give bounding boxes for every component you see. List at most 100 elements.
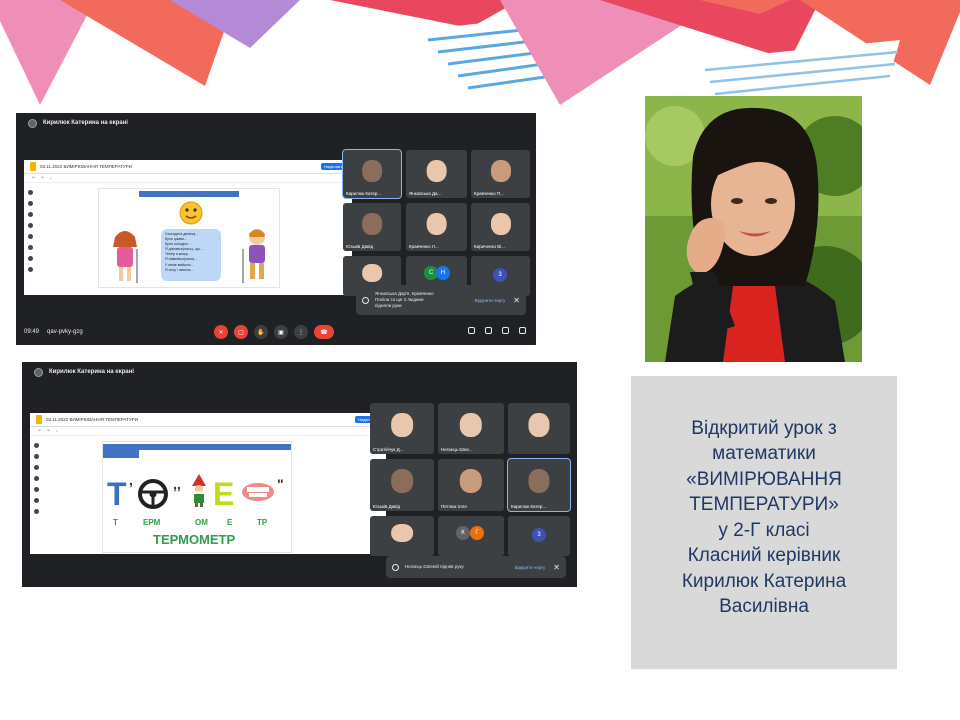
canvas-banner-block: [103, 444, 139, 458]
chat-icon[interactable]: [502, 327, 509, 334]
presenter-avatar: [28, 118, 37, 128]
participant-name: Стратійчук Д...: [373, 447, 404, 452]
shared-whiteboard: 03.11.2022 ВИМІРЮВАННЯ ТЕМПЕРАТУРИ Надіс…: [30, 413, 386, 554]
shape-tool-icon[interactable]: [27, 245, 33, 250]
doc-menu: ↶ ↷ ⌕: [24, 174, 352, 183]
participant-video: [490, 159, 511, 182]
participant-name: Кирилюк Катер...: [346, 191, 382, 196]
participant-tile[interactable]: Кравченко Л...: [406, 203, 467, 251]
tool-rail: [24, 184, 36, 295]
redo-icon[interactable]: ↷: [47, 429, 50, 433]
more-participants-count: 3: [493, 268, 507, 282]
participant-tile[interactable]: Кирилюк Катер...: [342, 149, 402, 199]
present-icon[interactable]: ▣: [274, 325, 288, 339]
people-icon[interactable]: [485, 327, 492, 334]
open-queue-link[interactable]: Відкрити чергу: [515, 565, 546, 570]
info-icon[interactable]: [468, 327, 475, 334]
participant-video: [426, 159, 447, 182]
eraser-tool-icon[interactable]: [33, 454, 39, 459]
toast-message: Негаєць Євгеній підняв руку: [405, 564, 464, 569]
teacher-photo: [645, 96, 862, 362]
camera-off-icon[interactable]: ▢: [234, 325, 248, 339]
laser-tool-icon[interactable]: [27, 267, 33, 272]
participant-tile[interactable]: Юзьків Давід: [343, 203, 401, 251]
close-icon[interactable]: ✕: [553, 563, 560, 572]
activities-icon[interactable]: [519, 327, 526, 334]
steering-wheel-icon: [138, 479, 168, 509]
open-queue-link[interactable]: Відкрити чергу: [475, 298, 506, 303]
pen-tool-icon[interactable]: [27, 190, 33, 195]
participant-tile[interactable]: Петлюк Ілля: [438, 459, 504, 511]
raised-hands-toast: Янковська Дар'я, Кравченко Поліна та ще …: [356, 285, 526, 315]
rebus-letter-e: Е: [213, 476, 235, 512]
jamboard-logo-icon: [36, 415, 42, 424]
image-tool-icon[interactable]: [33, 487, 39, 492]
undo-icon[interactable]: ↶: [38, 429, 41, 433]
rebus-syllable: ТР: [257, 518, 268, 527]
doc-title: 03.11.2022 ВИМІРЮВАННЯ ТЕМПЕРАТУРИ: [46, 417, 139, 422]
more-options-icon[interactable]: ⋮: [294, 325, 308, 339]
participant-tile-avatars[interactable]: К Г: [438, 516, 504, 556]
participant-name: Янковська Да...: [409, 191, 442, 196]
note-tool-icon[interactable]: [33, 476, 39, 481]
eraser-tool-icon[interactable]: [27, 201, 33, 206]
doc-header: 03.11.2022 ВИМІРЮВАННЯ ТЕМПЕРАТУРИ Надіс…: [30, 413, 386, 427]
caption-line: «ВИМІРЮВАННЯ: [686, 468, 842, 490]
doc-header: 03.11.2022 ВИМІРЮВАННЯ ТЕМПЕРАТУРИ Надіс…: [24, 160, 352, 174]
participant-video: [528, 469, 550, 494]
select-tool-icon[interactable]: [33, 465, 39, 470]
doc-menu: ↶ ↷ ⌕: [30, 427, 386, 436]
call-controls: ✕ ▢ ✋ ▣ ⋮ ☎: [214, 325, 334, 339]
participant-video: [528, 413, 550, 437]
note-tool-icon[interactable]: [27, 223, 33, 228]
toast-message: Янковська Дар'я, Кравченко Поліна та ще …: [375, 291, 475, 309]
participant-tile[interactable]: Негаєць Євге...: [438, 403, 504, 454]
participant-tile[interactable]: Кириченко Ві...: [471, 203, 530, 251]
redo-icon[interactable]: ↷: [41, 176, 44, 180]
participant-tile[interactable]: Юзьків Давід: [370, 459, 434, 511]
image-tool-icon[interactable]: [27, 234, 33, 239]
close-icon[interactable]: ✕: [513, 296, 520, 305]
shared-whiteboard: 03.11.2022 ВИМІРЮВАННЯ ТЕМПЕРАТУРИ Надіс…: [24, 160, 352, 295]
caption-box: Відкритий урок з математики «ВИМІРЮВАННЯ…: [631, 376, 897, 669]
slide: Кирилюк Катерина на екрані 03.11.2022 ВИ…: [0, 0, 960, 720]
zoom-icon[interactable]: ⌕: [50, 176, 52, 180]
zoom-icon[interactable]: ⌕: [56, 429, 58, 433]
textbox-tool-icon[interactable]: [27, 256, 33, 261]
participant-tile[interactable]: Кравченко П...: [471, 150, 530, 198]
hang-up-icon[interactable]: ☎: [314, 325, 334, 339]
participant-video: [391, 524, 413, 543]
undo-icon[interactable]: ↶: [32, 176, 35, 180]
jamboard-logo-icon: [30, 162, 36, 171]
participant-video: [391, 469, 413, 494]
participant-tile[interactable]: [508, 403, 570, 454]
jam-canvas: Сьогодні в ділянці... було цікаво... бул…: [98, 188, 280, 288]
participant-name: Петлюк Ілля: [441, 504, 467, 509]
boy-figure: [242, 229, 265, 283]
participant-tile[interactable]: Стратійчук Д...: [370, 403, 434, 454]
participant-tile[interactable]: Кирилюк Катер...: [507, 458, 571, 512]
teeth-icon: [242, 483, 274, 501]
raise-hand-icon[interactable]: ✋: [254, 325, 268, 339]
participant-name: Кириченко Ві...: [474, 244, 506, 249]
rebus-comma: ,: [129, 472, 133, 488]
rebus-letter-t: Т: [107, 476, 127, 512]
participant-video: [362, 159, 382, 182]
participant-avatar: К: [456, 526, 470, 540]
shape-tool-icon[interactable]: [33, 498, 39, 503]
participant-name: Юзьків Давід: [373, 504, 401, 509]
mic-off-icon[interactable]: ✕: [214, 325, 228, 339]
select-tool-icon[interactable]: [27, 212, 33, 217]
tool-rail: [30, 437, 42, 554]
participant-video: [362, 212, 382, 235]
jam-canvas: Т , ,, Е " Т ЕРМ ОМ Е ТР ТЕРМОМЕТР: [102, 441, 292, 553]
textbox-tool-icon[interactable]: [33, 509, 39, 514]
participant-tile[interactable]: [370, 516, 434, 556]
more-participants-count: 3: [532, 528, 546, 542]
pen-tool-icon[interactable]: [33, 443, 39, 448]
participant-tile[interactable]: Янковська Да...: [406, 150, 467, 198]
canvas-banner: [139, 191, 239, 197]
participant-name: Кирилюк Катер...: [511, 504, 547, 509]
more-participants-tile[interactable]: 3: [508, 516, 570, 556]
participant-video: [459, 469, 483, 494]
